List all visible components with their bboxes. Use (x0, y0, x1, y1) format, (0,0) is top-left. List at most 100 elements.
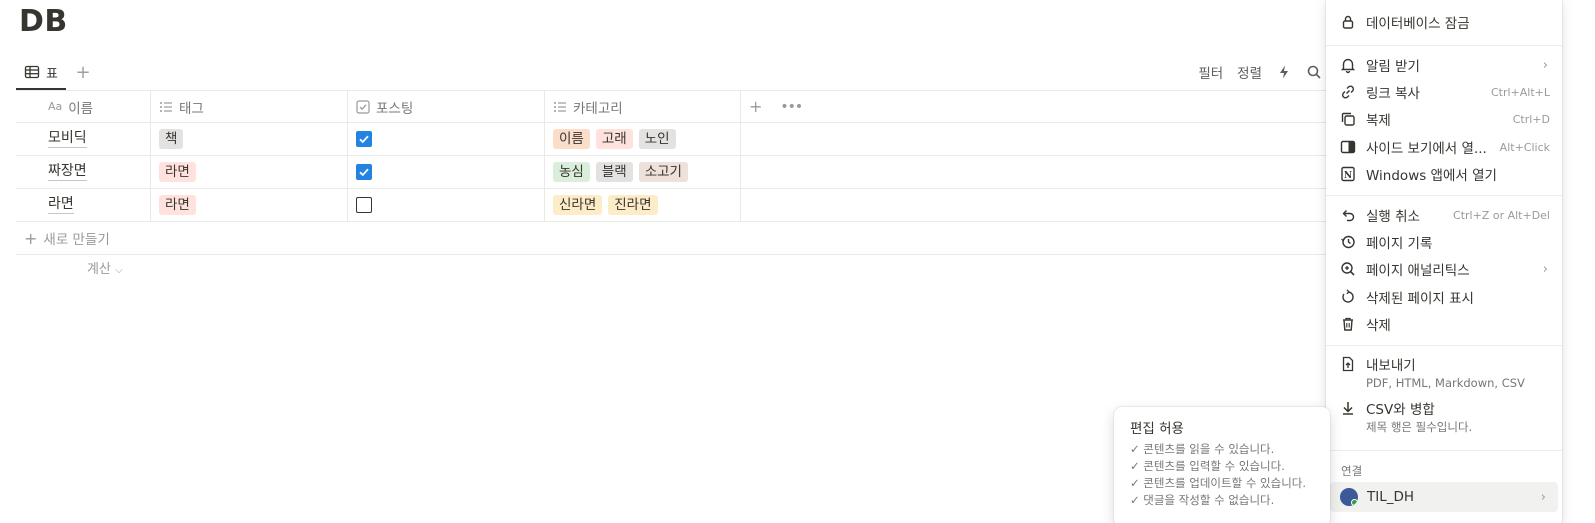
cell-empty (741, 123, 821, 155)
permission-tooltip: 편집 허용 ✓ 콘텐츠를 읽을 수 있습니다. ✓ 콘텐츠를 입력할 수 있습니… (1114, 407, 1330, 523)
connections-header: 연결 (1341, 464, 1363, 478)
cell-name[interactable]: 모비딕 (16, 123, 151, 155)
column-label: 태그 (179, 100, 204, 117)
tab-label: 표 (46, 66, 58, 82)
checkbox-unchecked[interactable] (356, 197, 372, 213)
row-title[interactable]: 짜장면 (48, 163, 87, 181)
menu-item-open-windows-app[interactable]: N Windows 앱에서 열기 (1334, 164, 1556, 184)
add-property-icon[interactable]: + (749, 97, 762, 116)
tag-chip: 책 (159, 129, 184, 149)
menu-item-show-deleted[interactable]: 삭제된 페이지 표시 (1334, 287, 1556, 307)
lightning-icon[interactable] (1276, 64, 1292, 80)
add-view-button[interactable]: + (72, 62, 94, 84)
column-header-name[interactable]: Aa 이름 (16, 91, 151, 122)
cell-category[interactable]: 신라면 진라면 (545, 189, 741, 221)
cell-name[interactable]: 라면 (16, 189, 151, 221)
menu-label: 페이지 애널리틱스 (1366, 263, 1470, 279)
table-row[interactable]: 라면 라면 신라면 진라면 (16, 189, 1356, 222)
connection-item[interactable]: TIL_DH › (1330, 482, 1558, 512)
table-header: Aa 이름 태그 포스팅 카테고리 + ••• (16, 90, 1356, 123)
category-chip: 이름 (553, 129, 590, 149)
category-chip: 농심 (553, 162, 590, 182)
page-title: DB (19, 4, 68, 39)
tooltip-line: ✓ 콘텐츠를 업데이트할 수 있습니다. (1130, 476, 1307, 490)
tooltip-line: ✓ 콘텐츠를 입력할 수 있습니다. (1130, 459, 1285, 473)
menu-label: Windows 앱에서 열기 (1366, 168, 1497, 184)
category-chip: 노인 (638, 129, 676, 149)
row-title[interactable]: 라면 (48, 196, 74, 214)
cell-posting (348, 123, 545, 155)
chevron-right-icon: › (1540, 489, 1546, 505)
tag-chip: 라면 (159, 162, 196, 182)
cell-tag[interactable]: 책 (151, 123, 348, 155)
menu-label: 삭제된 페이지 표시 (1366, 291, 1474, 307)
shortcut-hint: Ctrl+Alt+L (1490, 85, 1550, 99)
bell-icon (1340, 58, 1356, 74)
table-row[interactable]: 모비딕 책 이름 고래 노인 (16, 123, 1356, 156)
menu-item-notifications[interactable]: 알림 받기 › (1334, 55, 1556, 75)
online-status-dot (1351, 499, 1358, 506)
row-title[interactable]: 모비딕 (48, 130, 87, 148)
cell-posting (348, 156, 545, 188)
svg-text:N: N (1344, 171, 1352, 181)
menu-label: CSV와 병합 (1366, 402, 1435, 418)
menu-item-lock-database[interactable]: 데이터베이스 잠금 (1334, 12, 1556, 32)
category-chip: 블랙 (595, 162, 633, 182)
checkbox-icon (356, 99, 370, 114)
tab-table-view[interactable]: 표 (16, 56, 66, 90)
cell-name[interactable]: 짜장면 (16, 156, 151, 188)
notion-logo-icon: N (1341, 166, 1355, 182)
table-row[interactable]: 짜장면 라면 농심 블랙 소고기 (16, 156, 1356, 189)
menu-item-copy-link[interactable]: 링크 복사 Ctrl+Alt+L (1334, 82, 1556, 102)
cell-category[interactable]: 농심 블랙 소고기 (545, 156, 741, 188)
search-icon[interactable] (1306, 64, 1322, 80)
calculate-button[interactable]: 계산 ⌵ (87, 258, 123, 277)
database-table: Aa 이름 태그 포스팅 카테고리 + ••• 모비딕 책 이름 고래 노인 짜장면 라면 농… (16, 90, 1356, 255)
duplicate-icon (1341, 112, 1355, 126)
column-actions: + ••• (741, 91, 821, 122)
cell-category[interactable]: 이름 고래 노인 (545, 123, 741, 155)
column-header-tag[interactable]: 태그 (151, 91, 348, 122)
checkbox-checked[interactable] (356, 131, 372, 147)
menu-item-merge-csv[interactable]: CSV와 병합 (1334, 398, 1556, 418)
column-header-category[interactable]: 카테고리 (545, 91, 741, 122)
filter-button[interactable]: 필터 (1198, 62, 1223, 82)
menu-label: 사이드 보기에서 열... (1366, 141, 1487, 157)
cell-posting (348, 189, 545, 221)
menu-item-duplicate[interactable]: 복제 Ctrl+D (1334, 109, 1556, 129)
column-header-posting[interactable]: 포스팅 (348, 91, 545, 122)
view-bar: 표 + 필터 정렬 (16, 56, 1356, 91)
menu-item-undo[interactable]: 실행 취소 Ctrl+Z or Alt+Del (1334, 205, 1556, 225)
more-options-icon[interactable]: ••• (780, 99, 803, 115)
plus-icon: + (24, 228, 38, 248)
tag-chip: 라면 (159, 195, 196, 215)
menu-item-page-analytics[interactable]: 페이지 애널리틱스 › (1334, 259, 1556, 279)
checkbox-checked[interactable] (356, 164, 372, 180)
menu-label: 페이지 기록 (1366, 236, 1433, 252)
menu-subtext: PDF, HTML, Markdown, CSV (1366, 376, 1525, 390)
plus-icon: + (75, 62, 91, 83)
menu-item-delete[interactable]: 삭제 (1334, 314, 1556, 334)
view-toolbar: 필터 정렬 (1198, 62, 1322, 82)
tooltip-line: ✓ 콘텐츠를 읽을 수 있습니다. (1130, 442, 1275, 456)
category-chip: 고래 (595, 129, 633, 149)
menu-divider (1326, 345, 1562, 346)
menu-label: 내보내기 (1366, 358, 1416, 374)
new-row-button[interactable]: + 새로 만들기 (16, 222, 1356, 255)
table-icon (24, 65, 40, 79)
sort-button[interactable]: 정렬 (1237, 62, 1262, 82)
download-icon (1343, 402, 1353, 415)
undo-icon (1342, 210, 1355, 222)
cell-tag[interactable]: 라면 (151, 156, 348, 188)
cell-tag[interactable]: 라면 (151, 189, 348, 221)
menu-item-open-side-peek[interactable]: 사이드 보기에서 열... Alt+Click (1334, 137, 1556, 157)
menu-label: 데이터베이스 잠금 (1366, 16, 1470, 32)
link-icon (1341, 85, 1355, 99)
menu-label: 삭제 (1366, 318, 1391, 334)
new-row-label: 새로 만들기 (43, 232, 110, 248)
menu-item-page-history[interactable]: 페이지 기록 (1334, 232, 1556, 252)
column-label: 이름 (68, 100, 94, 117)
menu-item-export[interactable]: 내보내기 (1334, 354, 1556, 374)
chevron-right-icon: › (1542, 261, 1548, 277)
menu-subtext: 제목 행은 필수입니다. (1366, 420, 1473, 434)
